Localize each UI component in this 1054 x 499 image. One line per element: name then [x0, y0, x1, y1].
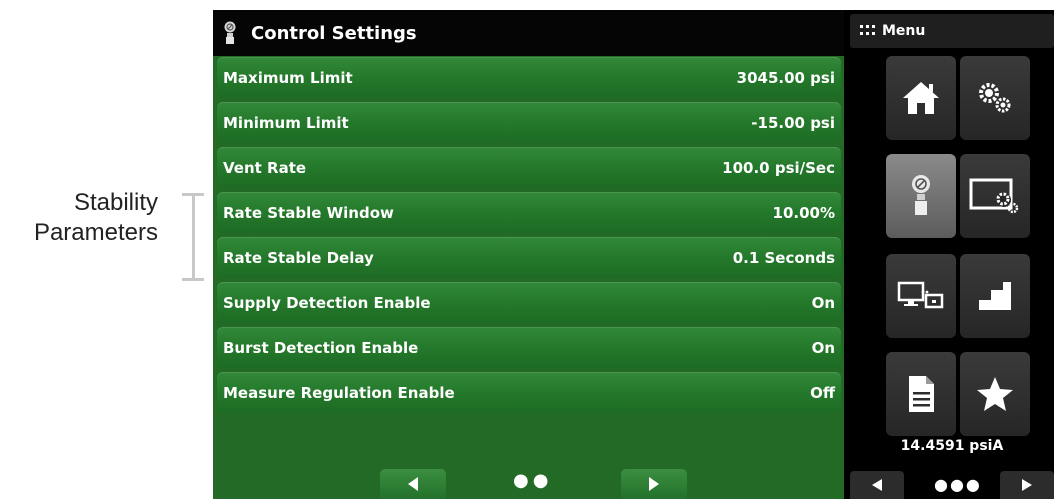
- settings-list: Maximum Limit 3045.00 psi Minimum Limit …: [217, 57, 841, 417]
- control-valve-icon: [224, 21, 236, 44]
- home-icon: [903, 82, 939, 114]
- control-button[interactable]: [886, 154, 956, 238]
- setting-label: Burst Detection Enable: [223, 338, 419, 357]
- remote-devices-button[interactable]: [886, 254, 956, 338]
- star-icon: [977, 377, 1013, 411]
- sidebar: Menu 14.4591 psiA ●●●: [844, 10, 1054, 499]
- step-program-button[interactable]: [960, 254, 1030, 338]
- pressure-reading: 14.4591 psiA: [900, 438, 1004, 454]
- setting-row-measure-regulation-enable[interactable]: Measure Regulation Enable Off: [217, 372, 841, 413]
- device-screen: Control Settings Maximum Limit 3045.00 p…: [213, 10, 1054, 499]
- annotation-line-1: Stability: [73, 189, 158, 216]
- setting-value: Off: [810, 383, 835, 402]
- previous-page-button[interactable]: [380, 469, 446, 499]
- setting-label: Vent Rate: [223, 158, 307, 177]
- next-page-button[interactable]: [621, 469, 687, 499]
- title-bar: Control Settings: [213, 10, 844, 56]
- control-valve-icon: [912, 175, 930, 215]
- setting-value: On: [811, 338, 835, 357]
- setting-label: Supply Detection Enable: [223, 293, 431, 312]
- stability-parameters-annotation: Stability Parameters: [0, 188, 158, 248]
- setting-row-rate-stable-window[interactable]: Rate Stable Window 10.00%: [217, 192, 841, 233]
- setting-row-minimum-limit[interactable]: Minimum Limit -15.00 psi: [217, 102, 841, 143]
- control-settings-panel: Control Settings Maximum Limit 3045.00 p…: [213, 10, 844, 499]
- document-button[interactable]: [886, 352, 956, 436]
- setting-value: 3045.00 psi: [736, 68, 835, 87]
- setting-row-burst-detection-enable[interactable]: Burst Detection Enable On: [217, 327, 841, 368]
- display-settings-button[interactable]: [960, 154, 1030, 238]
- setting-value: 0.1 Seconds: [732, 248, 835, 267]
- setting-value: 100.0 psi/Sec: [722, 158, 835, 177]
- setting-value: On: [811, 293, 835, 312]
- annotation-bracket: [182, 193, 204, 281]
- grid-icon: [860, 25, 875, 37]
- setting-label: Maximum Limit: [223, 68, 353, 87]
- setting-label: Minimum Limit: [223, 113, 349, 132]
- setting-row-supply-detection-enable[interactable]: Supply Detection Enable On: [217, 282, 841, 323]
- sidebar-previous-button[interactable]: [850, 471, 904, 499]
- setting-label: Rate Stable Delay: [223, 248, 374, 267]
- settings-gears-icon: [979, 83, 1011, 113]
- setting-label: Measure Regulation Enable: [223, 383, 455, 402]
- remote-devices-icon: [897, 281, 944, 309]
- home-button[interactable]: [886, 56, 956, 140]
- arrow-left-icon: [872, 479, 882, 491]
- page-title: Control Settings: [251, 22, 417, 44]
- menu-label: Menu: [882, 23, 926, 39]
- step-program-icon: [979, 282, 1011, 310]
- arrow-right-icon: [649, 477, 659, 491]
- page-indicator: ●●: [513, 470, 553, 491]
- document-icon: [909, 376, 934, 412]
- sidebar-page-indicator: ●●●: [934, 475, 982, 494]
- settings-button[interactable]: [960, 56, 1030, 140]
- annotation-line-2: Parameters: [33, 219, 158, 246]
- setting-value: 10.00%: [772, 203, 835, 222]
- favorites-button[interactable]: [960, 352, 1030, 436]
- setting-label: Rate Stable Window: [223, 203, 394, 222]
- setting-value: -15.00 psi: [751, 113, 835, 132]
- sidebar-next-button[interactable]: [1000, 471, 1054, 499]
- setting-row-rate-stable-delay[interactable]: Rate Stable Delay 0.1 Seconds: [217, 237, 841, 278]
- arrow-right-icon: [1022, 479, 1032, 491]
- arrow-left-icon: [408, 477, 418, 491]
- setting-row-vent-rate[interactable]: Vent Rate 100.0 psi/Sec: [217, 147, 841, 188]
- display-settings-icon: [969, 178, 1019, 214]
- menu-button[interactable]: Menu: [850, 14, 1054, 48]
- setting-row-maximum-limit[interactable]: Maximum Limit 3045.00 psi: [217, 57, 841, 98]
